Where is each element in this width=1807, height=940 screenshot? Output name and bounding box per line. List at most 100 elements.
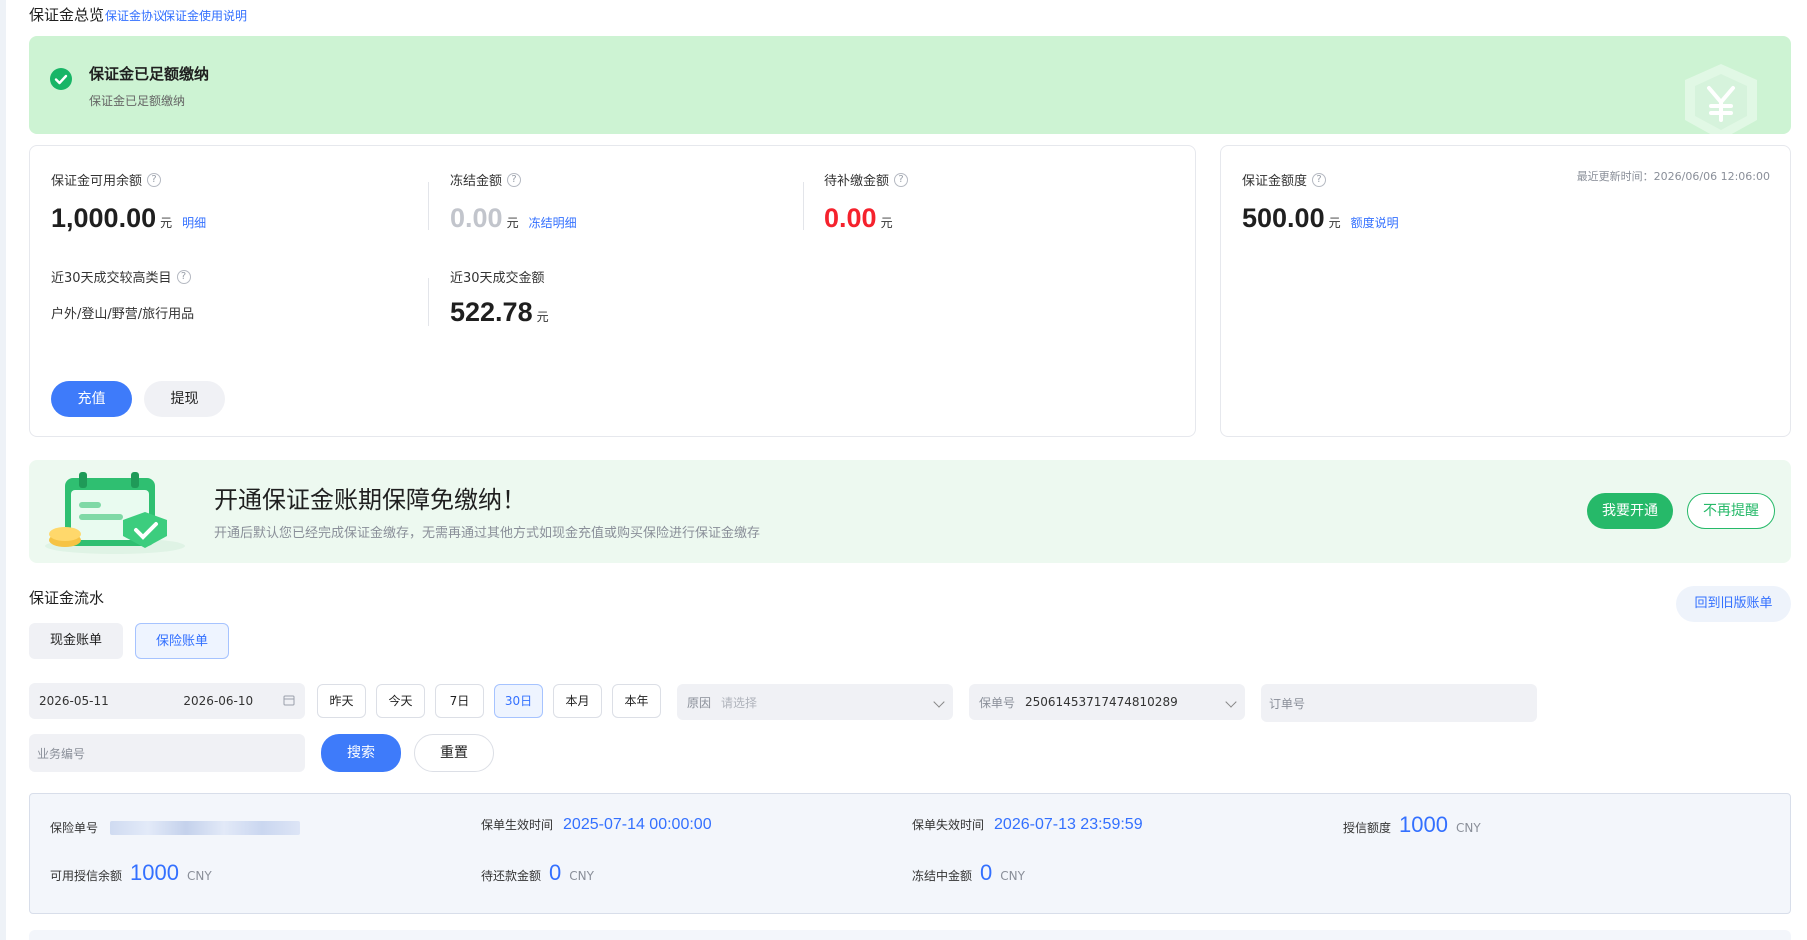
check-circle-icon [50,68,72,90]
pending-amount-value: 0.00 [824,203,877,233]
currency: CNY [1000,869,1025,883]
promo-subtitle: 开通后默认您已经完成保证金缴存，无需再通过其他方式如现金充值或购买保险进行保证金… [214,526,761,541]
help-icon[interactable]: ? [147,172,162,187]
tab-cash-bill[interactable]: 现金账单 [29,623,123,659]
effective-time-value: 2025-07-14 00:00:00 [563,816,712,833]
range-this-year[interactable]: 本年 [612,684,661,718]
available-credit: 可用授信余额 1000 CNY [50,860,212,886]
pending-amount-label-text: 待补缴金额 [824,174,890,189]
reason-label: 原因 [687,695,712,710]
frozen-amount: 0.00 元 冻结明细 [450,203,577,234]
policy-value[interactable]: 25061453717474810289 [1025,695,1227,709]
frozen-credit: 冻结中金额 0 CNY [912,860,1025,886]
flow-section-title: 保证金流水 [29,589,105,607]
date-end[interactable]: 2026-06-10 [183,694,283,708]
recent-amount-label: 近30天成交金额 [450,267,545,286]
repay-amount-label: 待还款金额 [481,869,542,883]
open-now-button[interactable]: 我要开通 [1587,493,1673,529]
unit: 元 [536,310,549,324]
currency: CNY [1455,821,1481,835]
quota-value: 500.00 [1242,203,1325,233]
quota-label-text: 保证金额度 [1242,174,1308,189]
calendar-shield-illustration [35,466,185,558]
top-category-value: 户外/登山/野营/旅行用品 [51,307,195,322]
currency: CNY [186,869,212,883]
reason-select[interactable]: 原因 请选择 [677,684,953,720]
dismiss-button[interactable]: 不再提醒 [1687,493,1775,529]
credit-limit-label: 授信额度 [1343,821,1392,835]
credit-limit: 授信额度 1000 CNY [1343,812,1481,838]
deposit-agreement-link[interactable]: 保证金协议 [105,7,165,24]
unit: 元 [506,216,519,230]
policy-info-panel: 保险单号 保单生效时间 2025-07-14 00:00:00 保单失效时间 2… [29,793,1791,914]
credit-limit-value: 1000 [1399,812,1448,837]
expire-time: 保单失效时间 2026-07-13 23:59:59 [912,816,1143,834]
order-number-label: 订单号 [1269,696,1306,711]
available-balance-value: 1,000.00 [51,203,157,233]
recent-amount-value: 522.78 [450,297,533,327]
top-category-label: 近30天成交较高类目 ? [51,267,191,286]
quota-card: 保证金额度 ? 最近更新时间：2026/06/06 12:06:00 500.0… [1220,145,1791,437]
recharge-button[interactable]: 充值 [51,381,132,417]
recent-amount-label-text: 近30天成交金额 [450,271,545,286]
top-category-label-text: 近30天成交较高类目 [51,271,172,286]
chevron-down-icon[interactable] [1225,696,1237,708]
quota-explain-link[interactable]: 额度说明 [1351,214,1399,231]
effective-time: 保单生效时间 2025-07-14 00:00:00 [481,816,712,834]
policy-select[interactable]: 保单号 25061453717474810289 [969,684,1245,720]
range-yesterday[interactable]: 昨天 [317,684,366,718]
available-credit-label: 可用授信余额 [50,869,123,883]
effective-time-label: 保单生效时间 [481,818,554,832]
order-number-input[interactable]: 订单号 [1261,684,1537,722]
currency: CNY [569,869,594,883]
frozen-credit-value: 0 [980,860,993,885]
range-today[interactable]: 今天 [376,684,425,718]
frozen-amount-value: 0.00 [450,203,503,233]
reason-placeholder[interactable]: 请选择 [721,694,935,711]
next-panel-edge [29,930,1791,940]
policy-no: 保险单号 [50,819,301,836]
updated-time: 最近更新时间：2026/06/06 12:06:00 [1576,170,1770,183]
pending-amount-label: 待补缴金额 ? [824,170,909,189]
help-icon[interactable]: ? [176,269,191,284]
unit: 元 [880,216,893,230]
date-start[interactable]: 2026-05-11 [39,694,183,708]
business-number-input[interactable]: 业务编号 [29,734,305,772]
calendar-icon[interactable] [283,694,295,709]
unit: 元 [1328,216,1341,230]
help-icon[interactable]: ? [1312,172,1327,187]
divider [428,182,429,230]
frozen-amount-label-text: 冻结金额 [450,174,503,189]
search-button[interactable]: 搜索 [321,734,401,772]
reset-button[interactable]: 重置 [414,734,494,772]
range-7d[interactable]: 7日 [435,684,484,718]
frozen-detail-link[interactable]: 冻结明细 [529,214,577,231]
unit: 元 [160,216,173,230]
left-rail [0,0,6,940]
available-balance: 1,000.00 元 明细 [51,203,206,234]
recent-amount: 522.78 元 [450,297,549,328]
quota-label: 保证金额度 ? [1242,170,1327,189]
old-bill-button[interactable]: 回到旧版账单 [1676,586,1791,622]
expire-time-value: 2026-07-13 23:59:59 [994,816,1143,833]
repay-amount-value: 0 [549,860,562,885]
promo-banner: 开通保证金账期保障免缴纳！ 开通后默认您已经完成保证金缴存，无需再通过其他方式如… [29,460,1791,563]
promo-title: 开通保证金账期保障免缴纳！ [214,486,526,514]
chevron-down-icon[interactable] [933,696,945,708]
range-this-month[interactable]: 本月 [553,684,602,718]
tab-insurance-bill[interactable]: 保险账单 [135,623,229,659]
divider [803,182,804,230]
withdraw-button[interactable]: 提现 [144,381,225,417]
pending-amount: 0.00 元 [824,203,893,234]
help-icon[interactable]: ? [507,172,522,187]
date-range-picker[interactable]: 2026-05-11 2026-06-10 [29,683,305,719]
available-detail-link[interactable]: 明细 [182,214,206,231]
quota-amount: 500.00 元 额度说明 [1242,203,1399,234]
page-title: 保证金总览 [29,6,105,24]
policy-no-label: 保险单号 [50,821,99,835]
available-balance-label-text: 保证金可用余额 [51,174,143,189]
deposit-usage-link[interactable]: 保证金使用说明 [163,7,247,24]
range-30d[interactable]: 30日 [494,684,543,718]
help-icon[interactable]: ? [894,172,909,187]
status-title: 保证金已足额缴纳 [89,65,210,83]
